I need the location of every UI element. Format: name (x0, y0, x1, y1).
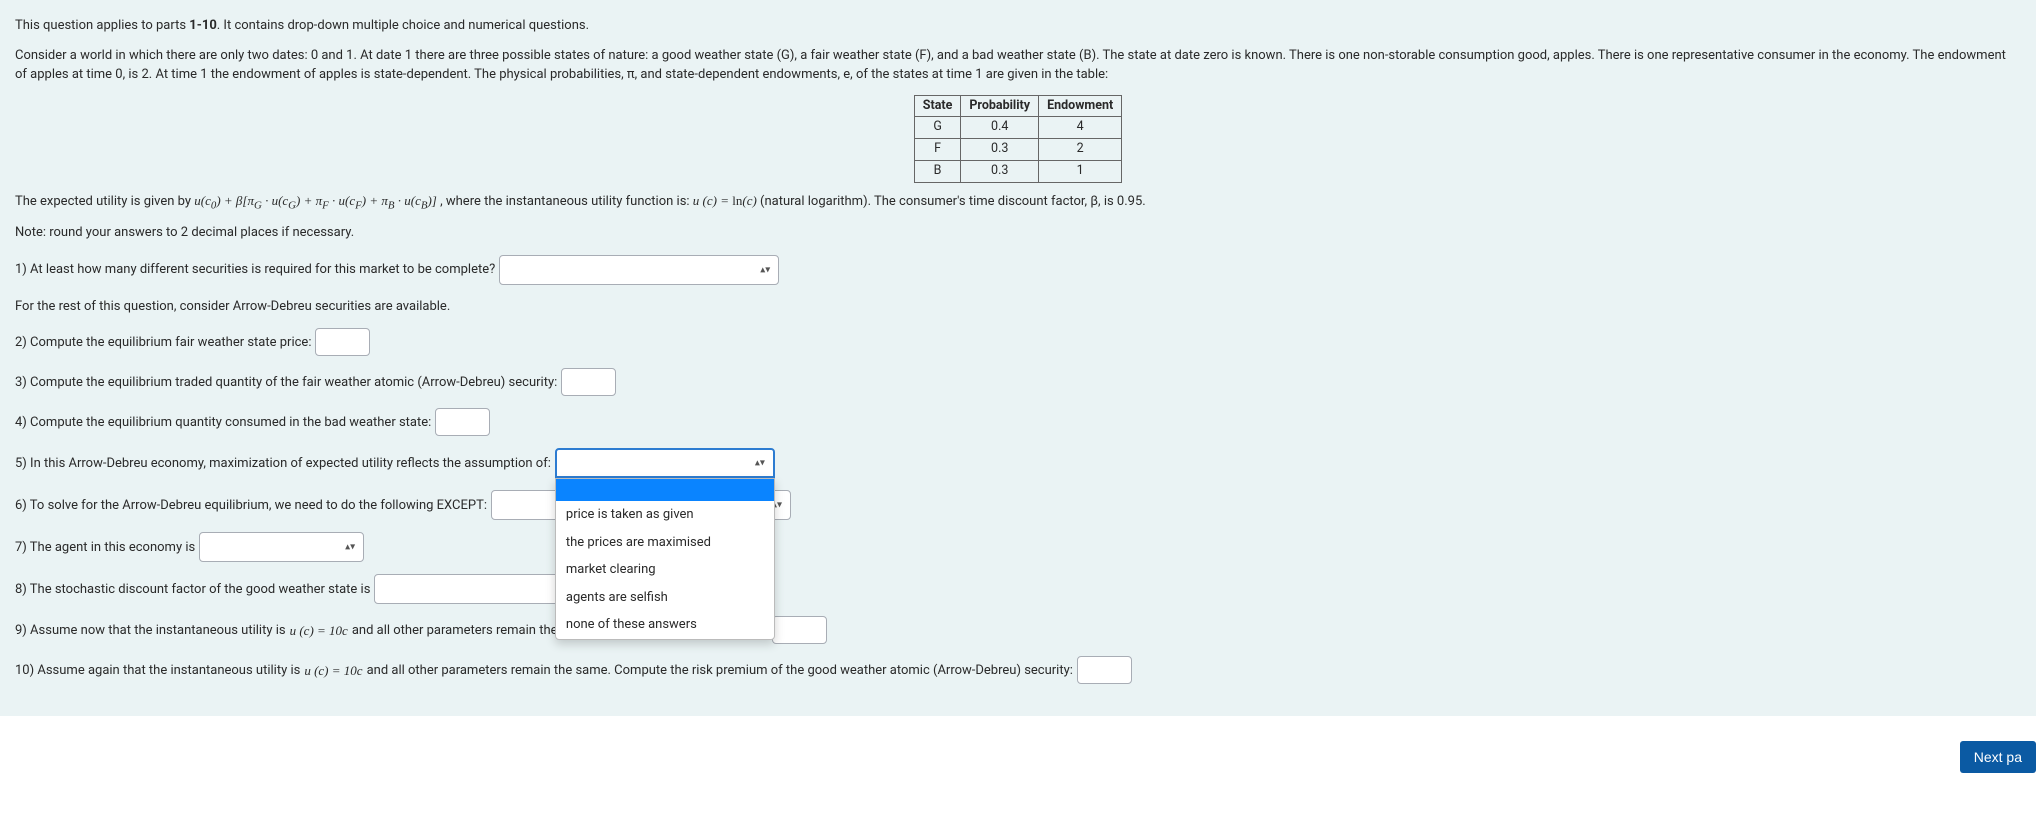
q4-input[interactable] (435, 408, 490, 436)
q6-label: 6) To solve for the Arrow-Debreu equilib… (15, 496, 487, 516)
q2-line: 2) Compute the equilibrium fair weather … (15, 328, 2021, 356)
q9-line: 9) Assume now that the instantaneous uti… (15, 616, 2021, 644)
state-table: State Probability Endowment G 0.4 4 F 0.… (914, 95, 1122, 183)
intro-applies: This question applies to parts 1-10. It … (15, 16, 2021, 36)
q7-line: 7) The agent in this economy is ▴▾ (15, 532, 2021, 562)
expected-utility-line: The expected utility is given by u(c0) +… (15, 191, 2021, 214)
q5-select[interactable]: ▴▾ price is taken as given the prices ar… (555, 448, 775, 478)
table-row: F 0.3 2 (914, 139, 1121, 161)
chevron-updown-icon: ▴▾ (755, 456, 765, 471)
q4-label: 4) Compute the equilibrium quantity cons… (15, 413, 431, 433)
q1-line: 1) At least how many different securitie… (15, 255, 2021, 285)
q2-input[interactable] (315, 328, 370, 356)
q10-line: 10) Assume again that the instantaneous … (15, 656, 2021, 684)
chevron-updown-icon: ▴▾ (345, 540, 355, 555)
q7-select[interactable]: ▴▾ (199, 532, 364, 562)
q5-label: 5) In this Arrow-Debreu economy, maximiz… (15, 454, 551, 474)
q10-pre: 10) Assume again that the instantaneous … (15, 661, 300, 681)
th-state: State (914, 95, 961, 117)
utility-formula: u(c0) + β[πG · u(cG) + πF · u(cF) + πB ·… (194, 193, 437, 208)
q3-label: 3) Compute the equilibrium traded quanti… (15, 373, 557, 393)
q1-select[interactable]: ▴▾ (499, 255, 779, 285)
q10-input[interactable] (1077, 656, 1132, 684)
dropdown-option[interactable]: agents are selfish (556, 584, 774, 612)
dropdown-option[interactable]: none of these answers (556, 611, 774, 639)
th-endow: Endowment (1039, 95, 1122, 117)
question-panel: This question applies to parts 1-10. It … (0, 0, 2036, 716)
footer-bar: Next pa (0, 716, 2036, 783)
rounding-note: Note: round your answers to 2 decimal pl… (15, 223, 2021, 243)
q9-formula: u (c) = 10c (290, 621, 348, 641)
q10-formula: u (c) = 10c (304, 661, 362, 681)
dropdown-option[interactable]: the prices are maximised (556, 529, 774, 557)
q6-line: 6) To solve for the Arrow-Debreu equilib… (15, 490, 2021, 520)
q8-line: 8) The stochastic discount factor of the… (15, 574, 2021, 604)
intro-world: Consider a world in which there are only… (15, 46, 2021, 85)
dropdown-option[interactable] (556, 479, 774, 501)
table-row: B 0.3 1 (914, 160, 1121, 182)
q10-post: and all other parameters remain the same… (367, 661, 1073, 681)
q5-dropdown-popup: price is taken as given the prices are m… (555, 478, 775, 640)
q8-label: 8) The stochastic discount factor of the… (15, 580, 370, 600)
q3-line: 3) Compute the equilibrium traded quanti… (15, 368, 2021, 396)
table-row: G 0.4 4 (914, 117, 1121, 139)
next-page-button[interactable]: Next pa (1960, 741, 2036, 773)
th-prob: Probability (961, 95, 1039, 117)
dropdown-option[interactable]: market clearing (556, 556, 774, 584)
utility-uc: u (c) = ln(c) (693, 193, 757, 208)
arrow-debreu-note: For the rest of this question, consider … (15, 297, 2021, 317)
q4-line: 4) Compute the equilibrium quantity cons… (15, 408, 2021, 436)
q1-label: 1) At least how many different securitie… (15, 260, 495, 280)
table-header-row: State Probability Endowment (914, 95, 1121, 117)
dropdown-option[interactable]: price is taken as given (556, 501, 774, 529)
chevron-updown-icon: ▴▾ (760, 262, 770, 277)
q9-input[interactable] (772, 616, 827, 644)
q2-label: 2) Compute the equilibrium fair weather … (15, 333, 311, 353)
q5-line: 5) In this Arrow-Debreu economy, maximiz… (15, 448, 2021, 478)
q7-label: 7) The agent in this economy is (15, 538, 195, 558)
q9-pre: 9) Assume now that the instantaneous uti… (15, 621, 286, 641)
q3-input[interactable] (561, 368, 616, 396)
